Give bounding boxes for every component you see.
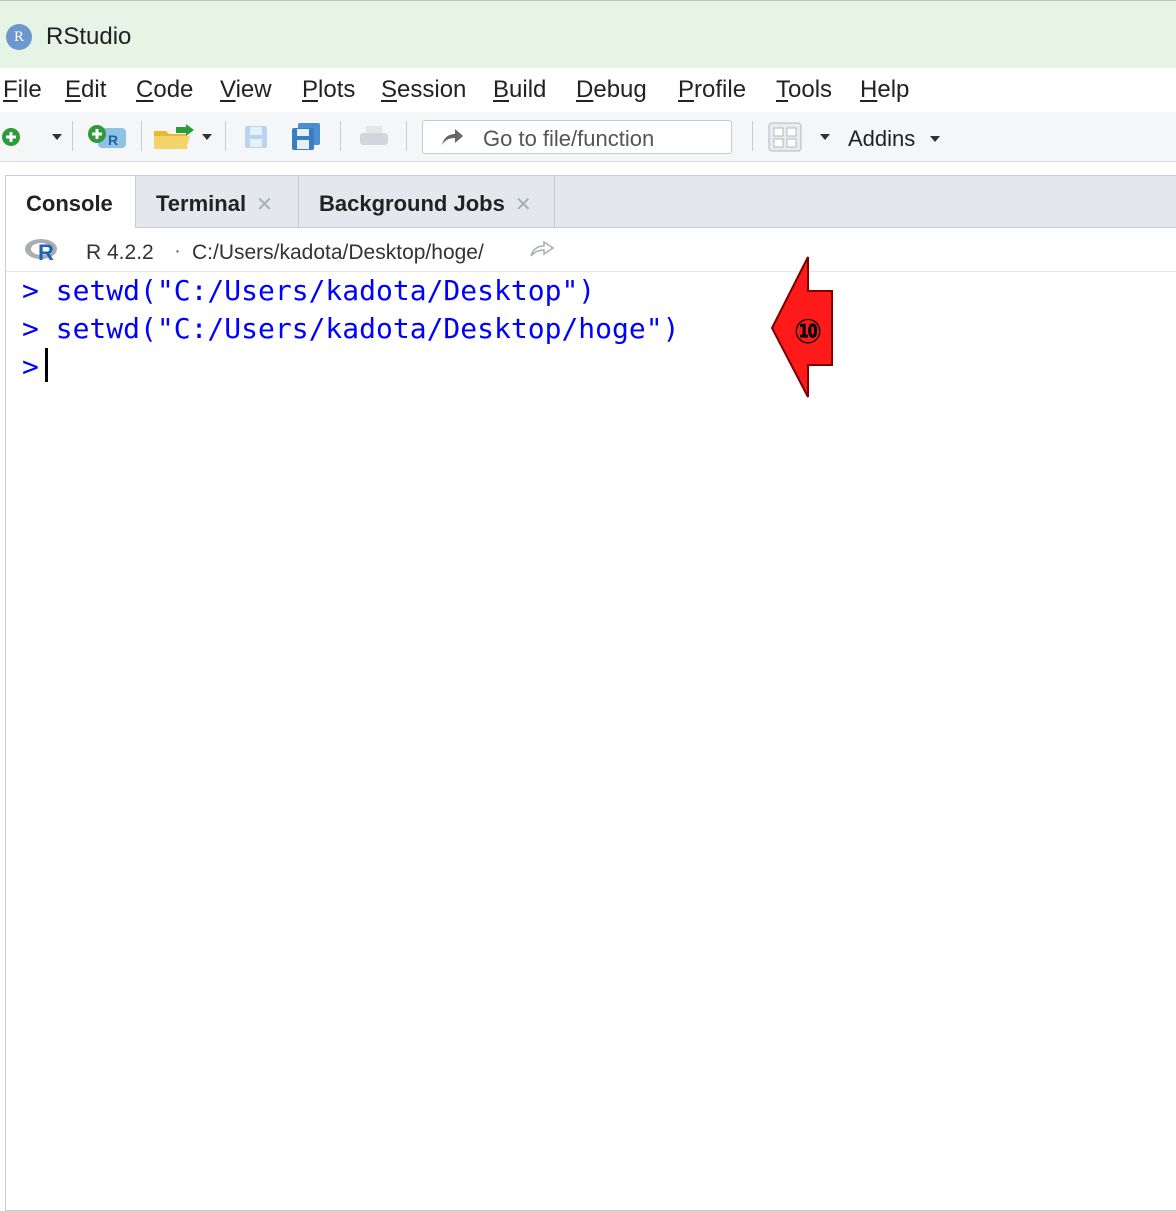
- print-icon[interactable]: [358, 125, 390, 149]
- console-prompt[interactable]: >: [22, 348, 48, 386]
- menu-edit[interactable]: Edit: [65, 76, 106, 104]
- chevron-down-icon[interactable]: [818, 130, 832, 144]
- r-version: R 4.2.2: [86, 241, 154, 264]
- title-bar: R RStudio: [0, 0, 1176, 68]
- menu-tools[interactable]: Tools: [776, 76, 832, 104]
- console-output[interactable]: > setwd("C:/Users/kadota/Desktop") > set…: [6, 272, 1176, 1202]
- r-logo-icon: R: [24, 238, 64, 267]
- tab-console[interactable]: Console: [6, 176, 136, 229]
- main-toolbar: R Go to file/function Addins: [0, 112, 1176, 162]
- goto-directory-icon[interactable]: [529, 240, 555, 263]
- pane-tab-bar: Console Terminal ✕ Background Jobs ✕: [6, 176, 1176, 229]
- open-file-icon[interactable]: [152, 123, 196, 151]
- console-line: > setwd("C:/Users/kadota/Desktop/hoge"): [22, 312, 680, 345]
- menu-code[interactable]: Code: [136, 76, 193, 104]
- menu-profile[interactable]: Profile: [678, 76, 746, 104]
- new-file-icon[interactable]: [0, 126, 22, 148]
- save-all-icon[interactable]: [290, 122, 322, 152]
- grid-layout-icon[interactable]: [768, 122, 802, 152]
- goto-placeholder: Go to file/function: [483, 126, 655, 151]
- tab-terminal[interactable]: Terminal ✕: [136, 176, 299, 228]
- menu-session[interactable]: Session: [381, 76, 466, 104]
- menu-build[interactable]: Build: [493, 76, 546, 104]
- menu-debug[interactable]: Debug: [576, 76, 647, 104]
- goto-file-function-input[interactable]: Go to file/function: [422, 120, 732, 154]
- annotation-arrow: ⑩: [768, 255, 844, 405]
- svg-text:R: R: [38, 240, 54, 262]
- goto-arrow-icon: [439, 127, 465, 147]
- chevron-down-icon[interactable]: [200, 130, 214, 144]
- svg-text:R: R: [108, 132, 118, 148]
- menu-plots[interactable]: Plots: [302, 76, 355, 104]
- tab-background-jobs[interactable]: Background Jobs ✕: [299, 176, 555, 228]
- working-directory-path: C:/Users/kadota/Desktop/hoge/: [192, 241, 484, 264]
- close-icon[interactable]: ✕: [515, 194, 532, 216]
- window-title: RStudio: [46, 23, 132, 50]
- menu-help[interactable]: Help: [860, 76, 909, 104]
- menu-file[interactable]: File: [3, 76, 42, 104]
- console-header: R R 4.2.2 · C:/Users/kadota/Desktop/hoge…: [6, 228, 1176, 272]
- text-cursor: [44, 348, 48, 382]
- menu-bar: File Edit Code View Plots Session Build …: [0, 68, 1176, 112]
- chevron-down-icon[interactable]: [50, 130, 64, 144]
- save-icon[interactable]: [243, 124, 269, 150]
- chevron-down-icon: [930, 136, 941, 142]
- console-line: > setwd("C:/Users/kadota/Desktop"): [22, 274, 596, 307]
- menu-view[interactable]: View: [220, 76, 272, 104]
- annotation-label: ⑩: [794, 312, 823, 352]
- new-project-icon[interactable]: R: [86, 122, 130, 152]
- console-pane: Console Terminal ✕ Background Jobs ✕ R R 4…: [5, 175, 1176, 1211]
- header-separator: ·: [174, 239, 181, 262]
- rstudio-logo-icon: R: [6, 24, 32, 50]
- addins-button[interactable]: Addins: [848, 126, 941, 152]
- close-icon[interactable]: ✕: [256, 194, 273, 216]
